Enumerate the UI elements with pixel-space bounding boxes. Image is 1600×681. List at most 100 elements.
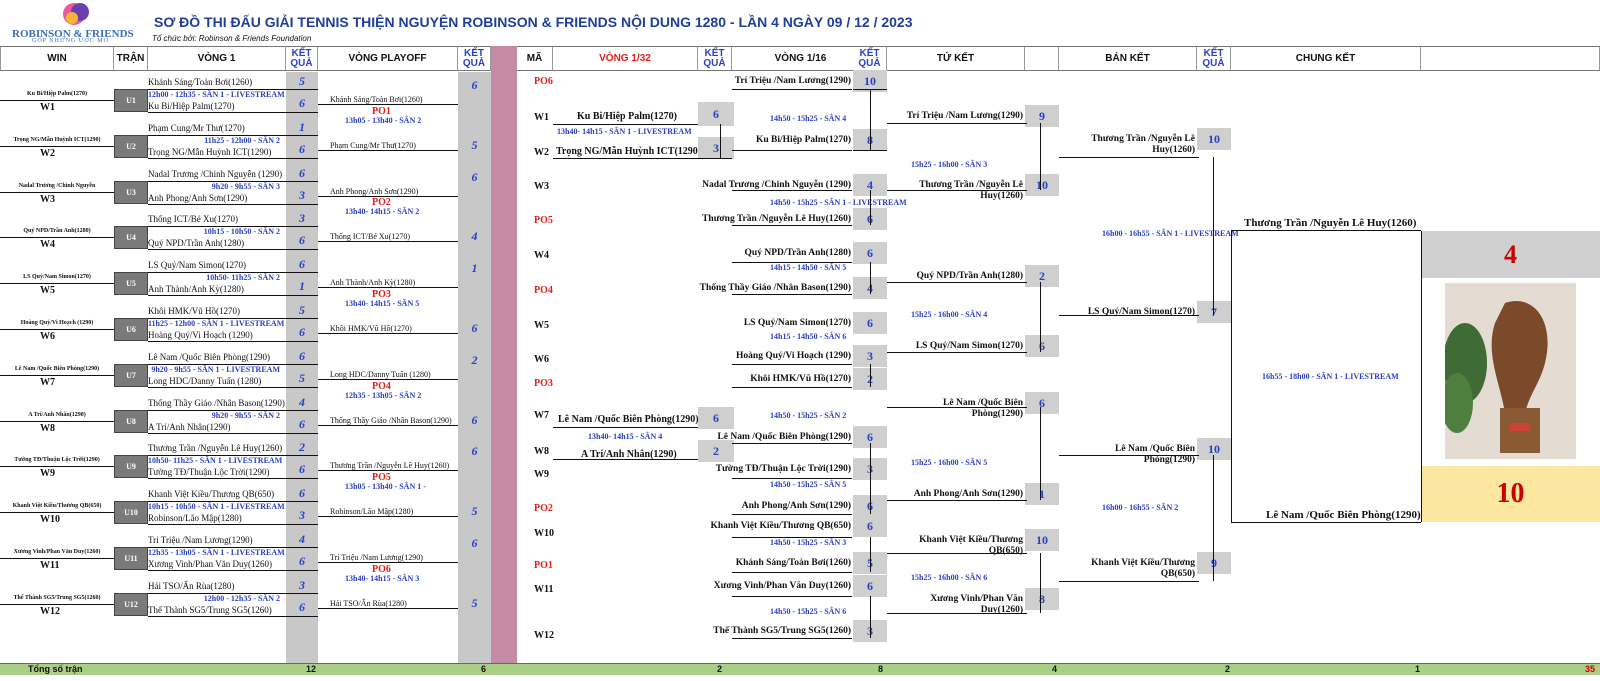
v16-team: Thương Trần /Nguyễn Lê Huy(1260) xyxy=(702,214,851,224)
winner-code: W8 xyxy=(40,422,55,434)
round1-team-a: Phạm Cung/Mr Thư(1270) xyxy=(148,122,245,133)
winner-name: Xương Vinh/Phan Văn Duy(1260) xyxy=(13,549,101,555)
ma-code: PO2 xyxy=(534,503,553,514)
header-blank xyxy=(1421,46,1600,71)
line xyxy=(148,272,318,274)
page-title: SƠ ĐỒ THI ĐẤU GIẢI TENNIS THIỆN NGUYỆN R… xyxy=(154,14,913,30)
playoff-time: 13h05 - 13h40 - SÂN 2 xyxy=(345,115,422,125)
line xyxy=(318,241,458,243)
round1-time: 11h25 - 12h00 - SÂN 2 xyxy=(204,135,280,145)
round1-time: 12h00 - 12h35 - SÂN 1 - LIVESTREAM xyxy=(148,90,285,99)
winner-code: W3 xyxy=(40,193,55,205)
ma-code: W6 xyxy=(534,354,549,365)
bracket-vline xyxy=(870,262,871,294)
round1-score-a: 6 xyxy=(299,348,305,363)
line xyxy=(148,249,318,251)
v16-team: Xương Vinh/Phan Văn Duy(1260) xyxy=(713,581,851,591)
round1-time: 10h50- 11h25 - SÂN 1 - LIVESTREAM xyxy=(148,456,283,466)
winner-name: Hoàng Quý/Vi Hoạch (1290) xyxy=(20,320,94,326)
match-code: U9 xyxy=(114,455,148,479)
ma-code: W7 xyxy=(534,410,549,421)
ma-code: W3 xyxy=(534,181,549,192)
line xyxy=(148,180,318,182)
sf-time: 16h00 - 16h55 - SÂN 2 xyxy=(1102,503,1179,512)
line xyxy=(148,432,318,434)
round1-team-a: Thương Trần /Nguyễn Lê Huy(1260) xyxy=(148,443,283,454)
qf-team: Thương Trần /Nguyễn Lê Huy(1260) xyxy=(919,180,1023,201)
winner-name: A Trí/Anh Nhân(1290) xyxy=(28,411,86,418)
v16-team: Ku Bi/Hiệp Palm(1270) xyxy=(756,135,851,145)
round1-score-b: 6 xyxy=(299,233,305,248)
winner-name: Thế Thành SG5/Trung SG5(1260) xyxy=(13,594,101,601)
line xyxy=(318,424,458,426)
playoff-score: 6 xyxy=(471,169,478,184)
playoff-time: 13h40- 14h15 - SÂN 5 xyxy=(345,299,420,308)
footer-label: Tổng số trận xyxy=(28,664,83,674)
bracket-vline xyxy=(1040,282,1041,352)
v16-team: Anh Phong/Anh Sơn(1290) xyxy=(741,501,851,511)
header-kq-1: KẾT QUẢ xyxy=(286,46,318,71)
line xyxy=(0,329,114,330)
bracket-line xyxy=(732,596,852,597)
line xyxy=(148,524,318,526)
v16-score: 6 xyxy=(853,242,887,264)
playoff-team: Thương Trần /Nguyễn Lê Huy(1260) xyxy=(330,461,450,471)
round1-team-b: Xương Vinh/Phan Văn Duy(1260) xyxy=(148,559,273,569)
v16-team: Khôi HMK/Vũ Hồ(1270) xyxy=(750,374,851,384)
final-score-b: 10 xyxy=(1421,466,1600,522)
playoff-team: Anh Thành/Anh Kỳ(1280) xyxy=(330,278,416,288)
round1-time: 10h15 - 10h50 - SÂN 2 xyxy=(203,227,280,237)
line xyxy=(148,615,318,617)
line xyxy=(0,100,114,101)
round1-score-a: 4 xyxy=(299,394,305,409)
winner-code: W7 xyxy=(40,376,55,388)
round1-team-b: Long HDC/Danny Tuấn (1280) xyxy=(148,375,262,386)
line xyxy=(0,374,114,376)
bracket-line xyxy=(732,294,852,295)
match-code: U2 xyxy=(114,134,148,158)
line xyxy=(148,455,318,457)
footer-po: 6 xyxy=(481,664,487,674)
ma-code: W8 xyxy=(534,446,549,457)
separator-bar xyxy=(491,46,517,663)
bracket-line xyxy=(732,478,852,479)
header-playoff: VÒNG PLAYOFF xyxy=(318,46,458,71)
winner-code: W11 xyxy=(40,560,60,571)
v16-team: Khanh Việt Kiều/Thương QB(650) xyxy=(710,521,851,531)
playoff-team: Phạm Cung/Mr Thư(1270) xyxy=(330,140,416,150)
line xyxy=(0,466,114,468)
header-kq-2: KẾT QUẢ xyxy=(458,46,491,71)
line xyxy=(0,237,114,239)
round1-team-a: Thống Thầy Giáo /Nhân Bason(1290) xyxy=(148,397,285,408)
bracket-line xyxy=(732,262,852,263)
bracket-line xyxy=(553,158,698,159)
footer-v1: 12 xyxy=(306,664,317,674)
v16-team: Khánh Sáng/Toàn Bơi(1260) xyxy=(735,558,851,568)
round1-time: 11h25 - 12h00 - SÂN 1 - LIVESTREAM xyxy=(148,319,285,328)
bracket-line xyxy=(732,537,852,538)
bracket-line xyxy=(887,613,1027,614)
line xyxy=(148,295,318,297)
bracket-vline xyxy=(1040,553,1041,613)
line xyxy=(318,516,458,518)
line xyxy=(148,112,318,113)
footer-v16: 8 xyxy=(878,664,884,674)
bracket-line xyxy=(732,387,852,388)
qf-team: Quý NPD/Trần Anh(1280) xyxy=(916,271,1023,281)
winner-code: W6 xyxy=(40,331,55,342)
bracket-line xyxy=(732,89,852,90)
header-bk: BÁN KẾT xyxy=(1059,46,1197,71)
v16-time: 14h50 - 15h25 - SÂN 4 xyxy=(770,114,847,123)
header-v32: VÒNG 1/32 xyxy=(553,46,698,71)
qf-score: 1 xyxy=(1025,483,1059,505)
v32-score-3: 6 xyxy=(698,407,734,429)
ma-code: PO4 xyxy=(534,285,553,296)
winner-code: W5 xyxy=(40,285,55,297)
bracket-vline xyxy=(870,89,871,150)
bracket-vline xyxy=(720,124,721,158)
header-kq-3: KẾT QUẢ xyxy=(698,46,732,71)
v16-score: 6 xyxy=(853,312,887,334)
sf-score: 7 xyxy=(1197,301,1231,323)
footer-total: 35 xyxy=(1585,664,1596,674)
line xyxy=(0,283,114,285)
